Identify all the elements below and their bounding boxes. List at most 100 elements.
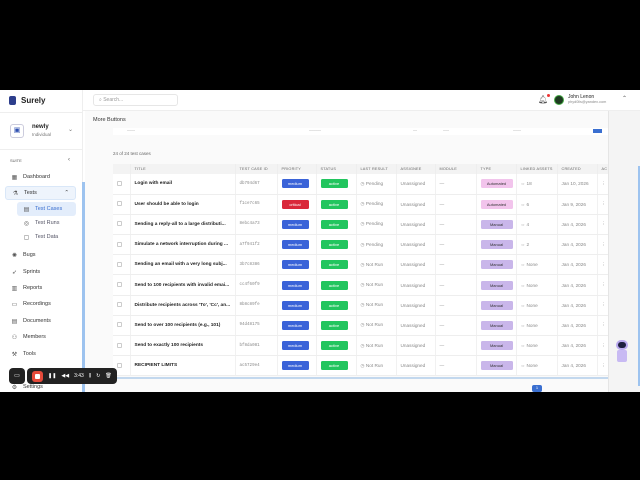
section-label: SUITE ‹: [10, 157, 70, 163]
sidebar-item-reports[interactable]: ▥ Reports: [5, 281, 76, 295]
sidebar-item-recordings[interactable]: ▭ Recordings: [5, 297, 76, 311]
actions-icon[interactable]: ⋮: [597, 274, 609, 296]
table-row[interactable]: User should be able to login f1ce7c65 cr…: [113, 194, 609, 215]
logo[interactable]: Surely: [9, 96, 45, 105]
status-badge: active: [320, 260, 348, 270]
row-checkbox[interactable]: [117, 302, 122, 308]
horizontal-scrollbar[interactable]: [113, 377, 608, 379]
table-row[interactable]: Send to exactly 100 recipients bf8da081 …: [113, 335, 609, 357]
stop-recording-button[interactable]: [32, 370, 43, 382]
main-content: More Buttons ⁃⁃⁃⁃ ⁃⁃⁃⁃⁃⁃ ⁃⁃ ⁃⁃⁃ ⁃⁃⁃⁃ 24 …: [85, 111, 640, 392]
row-checkbox[interactable]: [117, 362, 122, 368]
column-header[interactable]: TYPE: [476, 164, 517, 174]
page-1-button[interactable]: 1: [532, 385, 542, 392]
pause-icon[interactable]: ❚❚: [48, 373, 56, 379]
link-icon: ⇔: [520, 282, 526, 288]
chevron-up-icon[interactable]: ⌃: [64, 190, 69, 196]
test-title[interactable]: Sending an email with a very long subj..…: [130, 254, 236, 276]
sidebar-item-test-cases[interactable]: ▤ Test Cases: [17, 202, 76, 216]
search-input[interactable]: ⌕ Search...: [93, 94, 178, 106]
column-header[interactable]: CREATED: [557, 164, 598, 174]
created-date: Jan 9, 2026: [557, 194, 598, 215]
select-all-checkbox[interactable]: [113, 164, 131, 174]
test-title[interactable]: Send to 100 recipients with invalid emai…: [130, 274, 236, 296]
actions-icon[interactable]: ⋮: [597, 174, 609, 195]
actions-icon[interactable]: ⋮: [597, 355, 609, 377]
notification-bell-icon[interactable]: 🔔︎: [538, 94, 551, 104]
workspace-switcher[interactable]: ▣ newly Individual ⌄: [0, 112, 83, 150]
column-header[interactable]: LAST RESULT: [356, 164, 397, 174]
status-filter[interactable]: ⁃⁃⁃⁃⁃⁃: [309, 128, 321, 133]
test-title[interactable]: Simulate a network interruption during .…: [130, 234, 236, 256]
sidebar-item-members[interactable]: ⚇ Members: [5, 330, 76, 344]
test-title[interactable]: Send to exactly 100 recipients: [130, 335, 236, 357]
table-row[interactable]: Distribute recipients across 'To', 'Cc',…: [113, 295, 609, 316]
row-checkbox[interactable]: [117, 180, 122, 186]
column-header[interactable]: AC: [597, 164, 609, 174]
row-checkbox[interactable]: [117, 261, 122, 267]
row-checkbox[interactable]: [117, 241, 122, 247]
test-title[interactable]: RECIPIENT LIMITS: [130, 355, 236, 377]
sidebar-item-tools[interactable]: ⚒ Tools: [5, 347, 76, 361]
actions-icon[interactable]: ⋮: [597, 295, 609, 316]
column-header[interactable]: TEST CASE ID: [235, 164, 278, 174]
actions-icon[interactable]: ⋮: [597, 194, 609, 215]
equalizer-icon[interactable]: ⫼: [89, 373, 91, 379]
collapse-icon[interactable]: ‹: [68, 157, 70, 163]
actions-icon[interactable]: ⋮: [597, 335, 609, 357]
test-case-id: bf8da081: [235, 335, 278, 357]
table-row[interactable]: Send to over 100 recipients (e.g., 101) …: [113, 315, 609, 337]
table-row[interactable]: Simulate a network interruption during .…: [113, 234, 609, 256]
test-title[interactable]: User should be able to login: [130, 194, 236, 215]
column-header[interactable]: TITLE: [130, 164, 236, 174]
assistant-robot-icon[interactable]: [614, 340, 630, 366]
test-title[interactable]: Sending a reply-all to a large distribut…: [130, 214, 236, 236]
table-row[interactable]: Sending a reply-all to a large distribut…: [113, 214, 609, 236]
camera-icon[interactable]: ▭: [9, 368, 25, 384]
column-header[interactable]: PRIORITY: [277, 164, 317, 174]
search-filter[interactable]: ⁃⁃⁃⁃: [127, 128, 135, 133]
link-icon: ⇔: [520, 363, 526, 369]
table-row[interactable]: Sending an email with a very long subj..…: [113, 254, 609, 276]
sidebar-item-dashboard[interactable]: ▦ Dashboard: [5, 170, 76, 184]
column-header[interactable]: MODULE: [435, 164, 477, 174]
chevron-up-icon[interactable]: ⌃: [622, 95, 627, 102]
sidebar-item-documents[interactable]: ▤ Documents: [5, 314, 76, 328]
sidebar-item-label: Members: [23, 334, 46, 340]
rewind-icon[interactable]: ◀◀: [61, 373, 69, 379]
column-header[interactable]: ASSIGNEE: [396, 164, 436, 174]
row-checkbox[interactable]: [117, 282, 122, 288]
sidebar-item-test-runs[interactable]: ◎ Test Runs: [17, 216, 76, 230]
sidebar-item-bugs[interactable]: ✺ Bugs: [5, 248, 76, 262]
module: —: [435, 315, 477, 337]
actions-icon[interactable]: ⋮: [597, 214, 609, 236]
table-row[interactable]: Send to 100 recipients with invalid emai…: [113, 274, 609, 296]
view-toggle-button[interactable]: [593, 129, 602, 133]
table-row[interactable]: Login with email db794d67 medium active …: [113, 174, 609, 195]
row-checkbox[interactable]: [117, 201, 122, 207]
actions-icon[interactable]: ⋮: [597, 315, 609, 337]
filter-button[interactable]: ⁃⁃: [413, 128, 417, 133]
actions-icon[interactable]: ⋮: [597, 254, 609, 276]
linked-assets: None: [526, 343, 538, 349]
avatar[interactable]: [554, 95, 564, 105]
sidebar-item-tests[interactable]: ⚗ Tests ⌃: [5, 186, 76, 200]
sidebar-item-sprints[interactable]: ➶ Sprints: [5, 265, 76, 279]
test-title[interactable]: Distribute recipients across 'To', 'Cc',…: [130, 295, 236, 316]
row-checkbox[interactable]: [117, 342, 122, 348]
grouping-select[interactable]: ⁃⁃⁃⁃: [513, 128, 521, 133]
actions-icon[interactable]: ⋮: [597, 234, 609, 256]
type-filter[interactable]: ⁃⁃⁃: [443, 128, 449, 133]
trash-icon[interactable]: 🗑︎: [105, 373, 111, 379]
clock-icon: ◷: [360, 180, 365, 186]
column-header[interactable]: LINKED ASSETS: [516, 164, 558, 174]
restart-icon[interactable]: ↻: [96, 373, 100, 379]
sidebar-item-test-data[interactable]: ▢ Test Data: [17, 230, 76, 244]
table-row[interactable]: RECIPIENT LIMITS ac5729e4 medium active …: [113, 355, 609, 377]
test-title[interactable]: Login with email: [130, 174, 236, 195]
test-title[interactable]: Send to over 100 recipients (e.g., 101): [130, 315, 236, 337]
row-checkbox[interactable]: [117, 221, 122, 227]
clock-icon: ◷: [360, 322, 365, 328]
row-checkbox[interactable]: [117, 322, 122, 328]
column-header[interactable]: STATUS: [316, 164, 357, 174]
